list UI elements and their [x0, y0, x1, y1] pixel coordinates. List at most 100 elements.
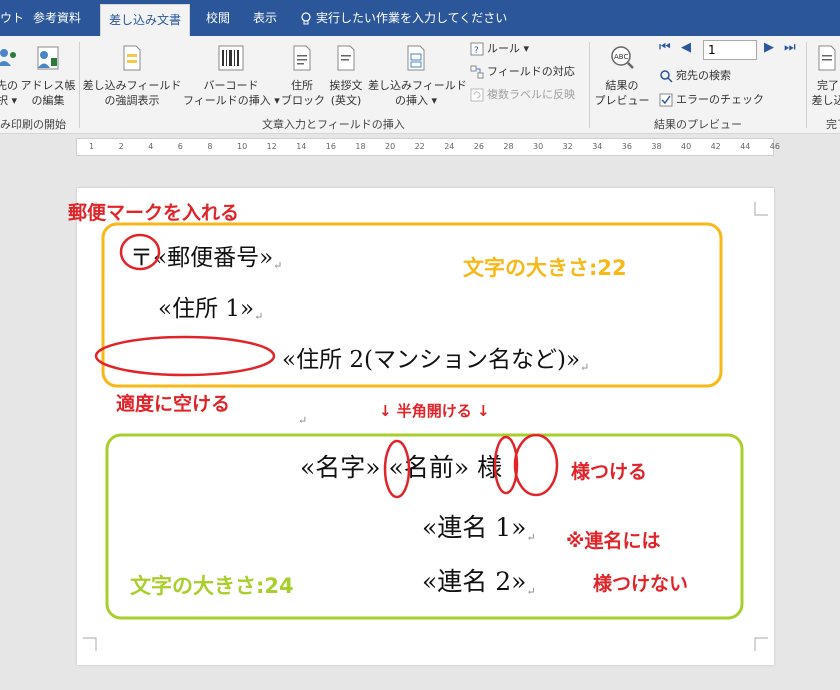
joint-name1-line: «連名 1»↵ — [422, 513, 536, 544]
highlight-fields-line1: 差し込みフィールド — [82, 79, 182, 92]
annotation-postal-mark: 郵便マークを入れる — [68, 202, 240, 224]
ribbon: 先の 択 ▾ アドレス帳 の編集 み印刷の開始 差し込みフィールド の強調表示 … — [0, 36, 840, 134]
match-fields-icon — [470, 65, 484, 79]
preview-results-icon: ABC — [611, 46, 634, 69]
lightbulb-icon — [301, 11, 311, 24]
joint-name2-field: «連名 2» — [422, 567, 527, 596]
tell-me-box[interactable]: 実行したい作業を入力してください — [300, 0, 507, 36]
ruler-number: 28 — [503, 142, 514, 151]
joint-name2-line: «連名 2»↵ — [422, 567, 536, 598]
postal-mark: 〒 — [130, 245, 153, 271]
greeting-line-button[interactable]: 挨拶文 (英文) — [325, 44, 367, 108]
ruler-number: 8 — [207, 142, 213, 151]
finish-merge-icon — [818, 45, 836, 71]
insert-merge-field-line1: 差し込みフィールド — [368, 79, 467, 92]
insert-barcode-button[interactable]: バーコード フィールドの挿入 ▾ — [183, 44, 280, 108]
preview-results-button[interactable]: ABC 結果の プレビュー — [593, 44, 651, 108]
ruler-number: 40 — [681, 142, 692, 151]
group-separator — [589, 42, 590, 128]
annotation-half-space: ↓ 半角開ける ↓ — [379, 402, 490, 420]
margin-corner-mark — [754, 202, 768, 216]
tell-me-text: 実行したい作業を入力してください — [316, 11, 508, 25]
highlight-fields-button[interactable]: 差し込みフィールド の強調表示 — [82, 44, 182, 108]
insert-barcode-line2: フィールドの挿入 ▾ — [183, 94, 280, 107]
previous-record-icon[interactable]: ◀ — [681, 40, 691, 55]
highlight-fields-line2: の強調表示 — [104, 94, 160, 107]
merge-field-icon — [407, 45, 425, 71]
group-label-preview: 結果のプレビュー — [654, 118, 742, 131]
tab-view[interactable]: 表示 — [253, 0, 277, 36]
horizontal-ruler[interactable]: 1 2 4 6 8 10 12 14 16 18 20 22 24 26 28 30 32 34 36 38 40 42 4… — [76, 138, 780, 156]
ruler-number: 14 — [296, 142, 307, 151]
insert-merge-field-button[interactable]: 差し込みフィールド の挿入 ▾ — [368, 44, 467, 108]
address-book-icon — [37, 46, 59, 70]
ruler-number: 34 — [592, 142, 603, 151]
tab-layout[interactable]: ウト — [0, 0, 24, 36]
update-labels-button[interactable]: 複数ラベルに反映 — [470, 87, 575, 103]
ruler-number: 20 — [385, 142, 396, 151]
ruler-number: 32 — [562, 142, 573, 151]
select-recipients-line1: 先の — [0, 79, 18, 92]
check-errors-icon — [659, 93, 673, 107]
given-name-field: «名前» — [388, 453, 470, 482]
svg-text:?: ? — [474, 46, 479, 56]
address-block-icon — [293, 45, 311, 71]
edit-address-book-button[interactable]: アドレス帳 の編集 — [20, 44, 76, 108]
ruler-number: 1 — [89, 142, 95, 151]
ruler-number: 18 — [355, 142, 366, 151]
ruler-number: 10 — [237, 142, 248, 151]
update-labels-label: 複数ラベルに反映 — [487, 88, 575, 101]
finish-merge-button[interactable]: 完了 差し込 — [808, 44, 840, 108]
annotation-size22: 文字の大きさ:22 — [463, 256, 627, 280]
honorific-sama: 様 — [477, 453, 503, 482]
annotation-spacing: 適度に空ける — [116, 393, 231, 415]
finish-merge-line2: 差し込 — [811, 94, 840, 107]
address1-line: «住所 1»↵ — [158, 296, 264, 323]
annotation-add-sama: 様つける — [571, 461, 648, 483]
group-separator — [806, 42, 807, 128]
ruler-number: 30 — [533, 142, 544, 151]
address2-field: «住所 2(マンション名など)» — [282, 347, 581, 373]
update-labels-icon — [470, 88, 484, 102]
preview-results-line1: 結果の — [605, 79, 639, 92]
ruler-number: 36 — [621, 142, 632, 151]
group-label-fields: 文章入力とフィールドの挿入 — [262, 118, 405, 131]
ruler-number: 26 — [473, 142, 484, 151]
last-record-icon[interactable]: ⏭ — [784, 40, 796, 55]
match-fields-label: フィールドの対応 — [487, 65, 575, 78]
recipients-icon — [0, 49, 16, 66]
postal-line: 〒«郵便番号»↵ — [130, 245, 283, 272]
group-separator — [79, 42, 80, 128]
rules-label: ルール ▾ — [487, 42, 530, 55]
ruler-number: 44 — [740, 142, 751, 151]
tab-references[interactable]: 参考資料 — [33, 0, 81, 36]
ruler-number: 24 — [444, 142, 455, 151]
ruler-number: 2 — [118, 142, 124, 151]
ribbon-tab-bar: ウト 参考資料 差し込み文書 校閲 表示 実行したい作業を入力してください — [0, 0, 840, 36]
address-block-button[interactable]: 住所 ブロック — [281, 44, 325, 108]
address2-line: «住所 2(マンション名など)»↵ — [282, 347, 590, 374]
tab-mailings[interactable]: 差し込み文書 — [100, 4, 191, 36]
find-recipient-button[interactable]: 宛先の検索 — [659, 68, 731, 84]
check-errors-button[interactable]: エラーのチェック — [659, 92, 764, 108]
highlight-document-icon — [123, 45, 141, 71]
ruler-number: 12 — [266, 142, 277, 151]
next-record-icon[interactable]: ▶ — [764, 40, 774, 55]
annotation-joint-note1: ※連名には — [566, 530, 661, 552]
annotation-joint-note2: 様つけない — [593, 573, 689, 595]
ruler-number: 42 — [710, 142, 721, 151]
finish-merge-line1: 完了 — [817, 79, 839, 92]
match-fields-button[interactable]: フィールドの対応 — [470, 64, 575, 80]
record-number-input[interactable]: 1 — [703, 40, 757, 60]
ruler-number: 38 — [651, 142, 662, 151]
ruler-number: 6 — [177, 142, 183, 151]
select-recipients-button[interactable]: 先の 択 ▾ — [0, 44, 18, 108]
tab-review[interactable]: 校閲 — [206, 0, 230, 36]
postal-code-field: «郵便番号» — [153, 245, 274, 271]
barcode-icon — [218, 45, 244, 71]
first-record-icon[interactable]: ⏮ — [659, 40, 671, 55]
insert-barcode-line1: バーコード — [203, 79, 259, 92]
check-errors-label: エラーのチェック — [676, 93, 764, 106]
rules-button[interactable]: ? ルール ▾ — [470, 41, 529, 57]
edit-address-book-line1: アドレス帳 — [20, 79, 76, 92]
